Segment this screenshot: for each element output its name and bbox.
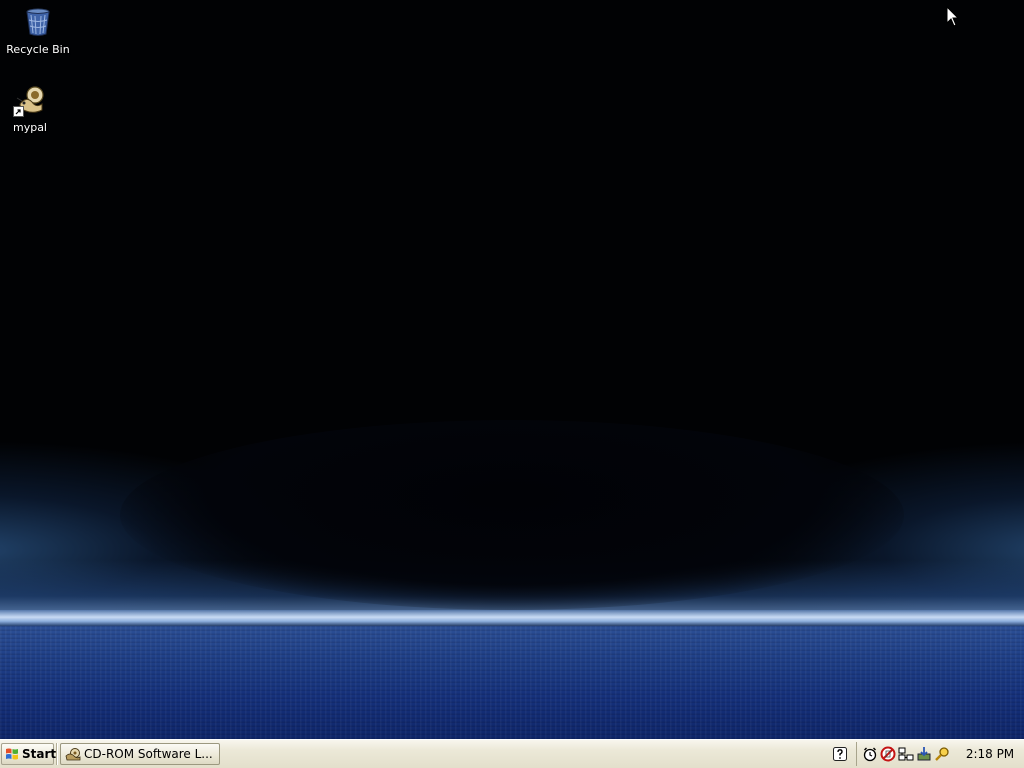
windows-flag-icon bbox=[5, 747, 19, 761]
desktop-icon-recycle-bin[interactable]: Recycle Bin bbox=[1, 6, 75, 57]
search-key-icon[interactable] bbox=[934, 746, 950, 762]
task-button-cd-rom-software[interactable]: CD-ROM Software L... bbox=[60, 743, 220, 765]
taskbar-separator bbox=[56, 743, 58, 765]
cd-software-icon bbox=[65, 747, 81, 761]
desktop-icon-label: mypal bbox=[12, 121, 47, 134]
help-icon[interactable] bbox=[832, 746, 848, 762]
taskbar: Start CD-ROM Software L... 2:18 PM bbox=[0, 739, 1024, 768]
desktop: Recycle Bin mypal bbox=[0, 0, 1024, 739]
task-button-label: CD-ROM Software L... bbox=[84, 747, 213, 761]
clock-alarm-icon[interactable] bbox=[862, 746, 878, 762]
wallpaper-horizon bbox=[0, 610, 1024, 626]
network-icon[interactable] bbox=[898, 746, 914, 762]
no-entry-icon[interactable] bbox=[880, 746, 896, 762]
start-button[interactable]: Start bbox=[1, 743, 57, 765]
desktop-icon-mypal[interactable]: mypal bbox=[0, 84, 67, 135]
mypal-icon bbox=[13, 84, 46, 117]
wallpaper-sea-texture bbox=[0, 626, 1024, 739]
start-label: Start bbox=[22, 747, 57, 761]
recycle-bin-icon bbox=[22, 6, 54, 38]
taskbar-clock[interactable]: 2:18 PM bbox=[961, 742, 1019, 766]
wallpaper-arc bbox=[120, 420, 904, 610]
desktop-icon-label: Recycle Bin bbox=[6, 43, 70, 56]
install-icon[interactable] bbox=[916, 746, 932, 762]
system-tray: 2:18 PM bbox=[856, 742, 1022, 766]
shortcut-arrow-icon bbox=[13, 106, 24, 117]
mouse-pointer-icon bbox=[946, 5, 960, 28]
